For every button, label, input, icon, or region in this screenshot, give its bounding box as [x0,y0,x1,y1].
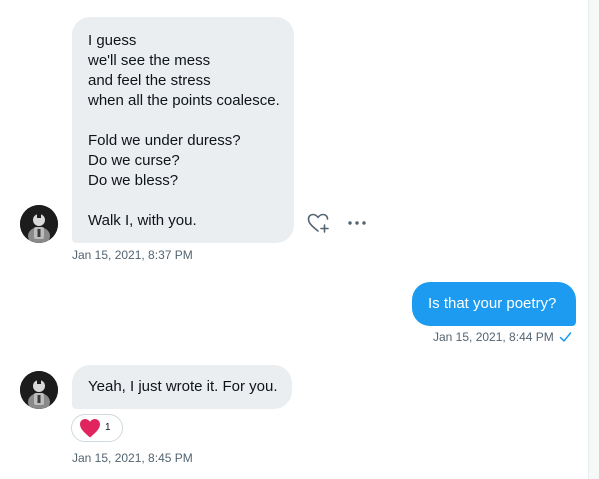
reaction-count: 1 [105,422,111,433]
message-timestamp: Jan 15, 2021, 8:37 PM [72,248,193,262]
poem-line: Do we curse? [88,152,180,169]
heart-plus-icon [307,213,329,233]
poem-line: and feel the stress [88,72,211,89]
avatar-image-icon [20,371,58,409]
stanza-gap [88,191,294,211]
sent-message-bubble[interactable]: Is that your poetry? [412,282,576,326]
message-text: Is that your poetry? [428,295,557,312]
avatar-image-icon [20,205,58,243]
message-timestamp: Jan 15, 2021, 8:44 PM [433,330,572,344]
poem-line: Fold we under duress? [88,132,241,149]
poem-line: I guess [88,32,137,49]
avatar[interactable] [20,205,58,243]
received-message-bubble[interactable]: Yeah, I just wrote it. For you. [72,365,292,409]
poem-line: Do we bless? [88,172,179,189]
poem-line: Walk I, with you. [88,212,197,229]
message-text: Yeah, I just wrote it. For you. [88,378,278,395]
avatar[interactable] [20,371,58,409]
react-button[interactable] [306,211,330,235]
poem-line: when all the points coalesce. [88,92,280,109]
timestamp-text: Jan 15, 2021, 8:44 PM [433,330,554,344]
more-icon [348,221,366,225]
received-message-bubble[interactable]: I guess we'll see the mess and feel the … [72,17,294,243]
scroll-region-edge [588,0,599,479]
heart-icon [80,419,100,438]
poem-line: we'll see the mess [88,52,211,69]
message-timestamp: Jan 15, 2021, 8:45 PM [72,451,193,465]
reaction-pill[interactable]: 1 [71,414,123,442]
checkmark-icon [559,332,572,342]
stanza-gap [88,111,294,131]
more-options-button[interactable] [346,213,368,233]
